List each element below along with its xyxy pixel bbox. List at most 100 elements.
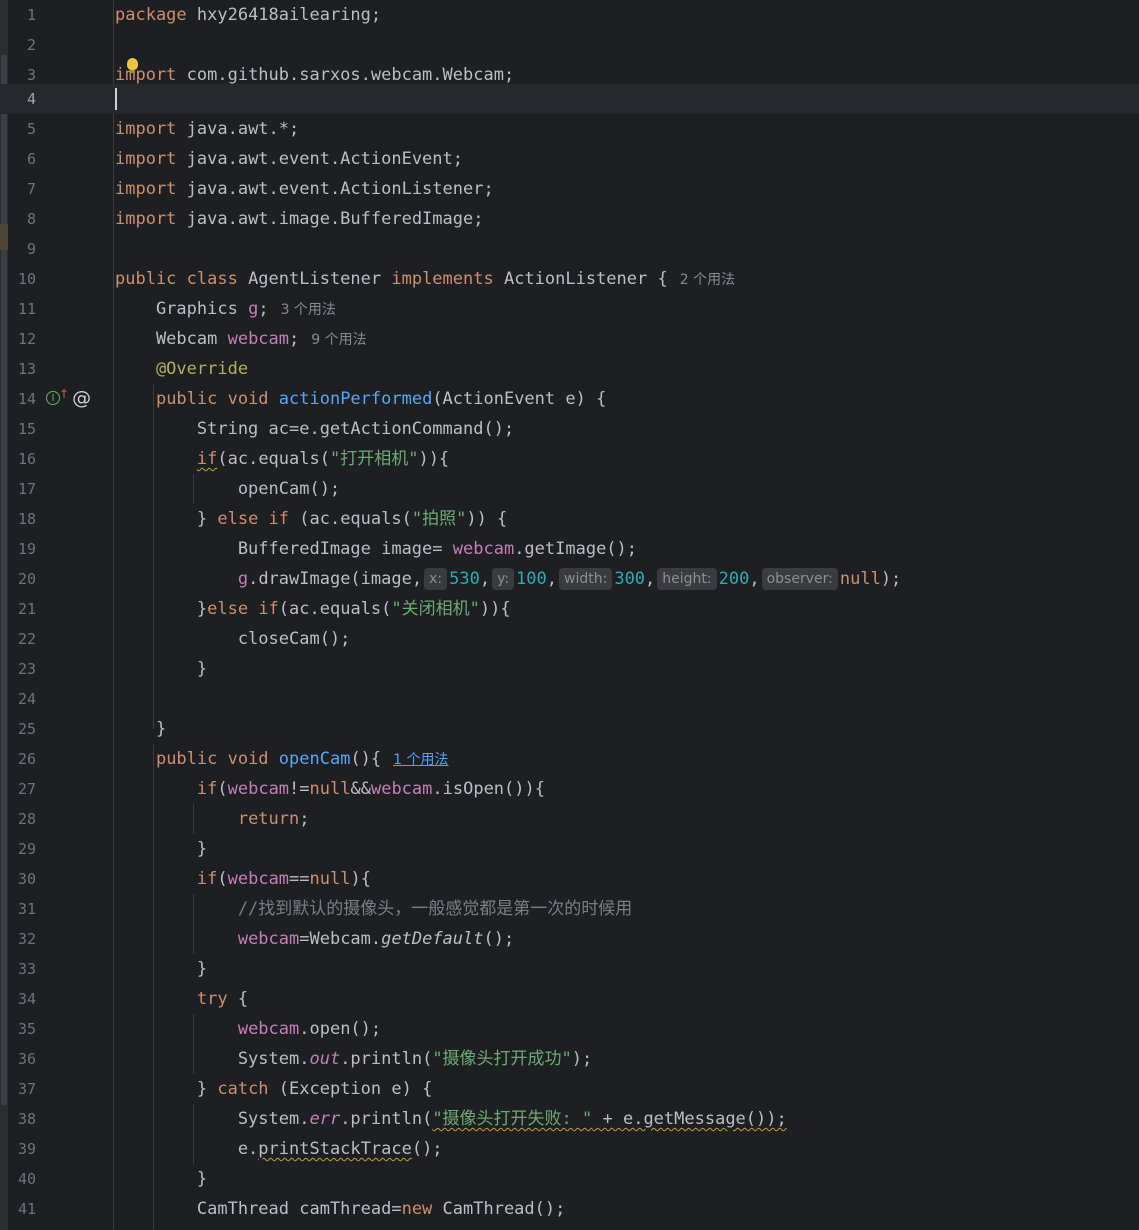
line-number: 23 — [17, 660, 36, 678]
code-line-8[interactable]: 8 import java.awt.image.BufferedImage; — [0, 204, 1139, 234]
code-line-37[interactable]: 37 } catch (Exception e) { — [0, 1074, 1139, 1104]
code-line-33[interactable]: 33 } — [0, 954, 1139, 984]
line-number: 9 — [26, 240, 36, 258]
code-line-28[interactable]: 28 return; — [0, 804, 1139, 834]
code-text: Webcam webcam; 9 个用法 — [115, 329, 367, 349]
code-line-6[interactable]: 6 import java.awt.event.ActionEvent; — [0, 144, 1139, 174]
code-line-12[interactable]: 12 Webcam webcam; 9 个用法 — [0, 324, 1139, 354]
code-line-25[interactable]: 25 } — [0, 714, 1139, 744]
code-text: System.out.println("摄像头打开成功"); — [115, 1049, 593, 1069]
indent-guide — [153, 744, 154, 1230]
code-line-16[interactable]: 16 if(ac.equals("打开相机")){ — [0, 444, 1139, 474]
usages-hint[interactable]: 2 个用法 — [680, 272, 735, 288]
code-line-32[interactable]: 32 webcam=Webcam.getDefault(); — [0, 924, 1139, 954]
line-number: 5 — [26, 120, 36, 138]
indent-guide — [153, 384, 154, 729]
code-line-38[interactable]: 38 System.err.println("摄像头打开失败: " + e.ge… — [0, 1104, 1139, 1134]
code-text: } — [115, 719, 167, 739]
code-text: return; — [237, 809, 310, 829]
indent-guide — [193, 474, 194, 504]
code-line-18[interactable]: 18 } else if (ac.equals("拍照")) { — [0, 504, 1139, 534]
line-number: 18 — [17, 510, 36, 528]
code-line-30[interactable]: 30 if(webcam==null){ — [0, 864, 1139, 894]
code-text: } catch (Exception e) { — [115, 1079, 433, 1099]
code-editor[interactable]: 1 package hxy26418ailearing; 2 3 import … — [0, 0, 1139, 1230]
line-number: 24 — [17, 690, 36, 708]
code-line-20[interactable]: 20 g.drawImage(image, x: 530, y: 100, width: 3… — [0, 564, 1139, 594]
line-number: 38 — [17, 1110, 36, 1128]
code-line-31[interactable]: 31 //找到默认的摄像头，一般感觉都是第一次的时候用 — [0, 894, 1139, 924]
code-line-26[interactable]: 26 public void openCam(){1 个用法 — [0, 744, 1139, 774]
code-line-40[interactable]: 40 } — [0, 1164, 1139, 1194]
line-number: 14 — [17, 390, 36, 408]
line-number: 19 — [17, 540, 36, 558]
code-line-21[interactable]: 21 }else if(ac.equals("关闭相机")){ — [0, 594, 1139, 624]
line-number: 20 — [17, 570, 36, 588]
code-text: @Override — [115, 359, 249, 379]
lightbulb-icon[interactable] — [127, 58, 138, 73]
annotation-at-icon[interactable]: @ — [72, 387, 91, 409]
code-line-29[interactable]: 29 } — [0, 834, 1139, 864]
line-number: 31 — [17, 900, 36, 918]
usages-hint[interactable]: 3 个用法 — [281, 302, 336, 318]
param-hint-y: y: — [492, 568, 515, 590]
code-line-9[interactable]: 9 — [0, 234, 1139, 264]
code-text: package hxy26418ailearing; — [115, 5, 382, 25]
line-number: 4 — [26, 90, 36, 108]
code-text: import java.awt.*; — [115, 119, 300, 139]
text-caret — [115, 88, 117, 110]
line-number: 33 — [17, 960, 36, 978]
code-line-27[interactable]: 27 if(webcam!=null&&webcam.isOpen()){ — [0, 774, 1139, 804]
code-line-11[interactable]: 11 Graphics g; 3 个用法 — [0, 294, 1139, 324]
code-line-10[interactable]: 10 public class AgentListener implements… — [0, 264, 1139, 294]
code-line-7[interactable]: 7 import java.awt.event.ActionListener; — [0, 174, 1139, 204]
code-line-34[interactable]: 34 try { — [0, 984, 1139, 1014]
code-text: if(ac.equals("打开相机")){ — [196, 449, 450, 469]
code-text: public void openCam(){1 个用法 — [155, 749, 449, 769]
usages-hint[interactable]: 9 个用法 — [311, 332, 366, 348]
line-number: 34 — [17, 990, 36, 1008]
line-number: 36 — [17, 1050, 36, 1068]
code-text: } — [115, 959, 208, 979]
line-number: 1 — [26, 6, 36, 24]
code-line-5[interactable]: 5 import java.awt.*; — [0, 114, 1139, 144]
param-hint-x: x: — [424, 568, 448, 590]
code-line-14[interactable]: 14 public void actionPerformed(ActionEve… — [0, 384, 1139, 414]
code-line-36[interactable]: 36 System.out.println("摄像头打开成功"); — [0, 1044, 1139, 1074]
line-number: 29 — [17, 840, 36, 858]
code-text: } else if (ac.equals("拍照")) { — [115, 509, 508, 529]
implements-method-icon[interactable]: I — [46, 391, 60, 405]
code-line-39[interactable]: 39 e.printStackTrace(); — [0, 1134, 1139, 1164]
code-text: } — [115, 1169, 208, 1189]
code-line-15[interactable]: 15 String ac=e.getActionCommand(); — [0, 414, 1139, 444]
line-number: 2 — [26, 36, 36, 54]
code-line-2[interactable]: 2 — [0, 30, 1139, 60]
code-line-23[interactable]: 23 } — [0, 654, 1139, 684]
code-line-1[interactable]: 1 package hxy26418ailearing; — [0, 0, 1139, 30]
code-line-13[interactable]: 13 @Override — [0, 354, 1139, 384]
param-hint-width: width: — [559, 568, 613, 590]
code-text: openCam(); — [115, 479, 341, 499]
line-number: 26 — [17, 750, 36, 768]
code-line-19[interactable]: 19 BufferedImage image= webcam.getImage(… — [0, 534, 1139, 564]
line-number: 41 — [17, 1200, 36, 1218]
go-to-super-arrow-icon[interactable]: ↑ — [59, 387, 69, 401]
code-line-24[interactable]: 24 — [0, 684, 1139, 714]
code-line-41[interactable]: 41 CamThread camThread=new CamThread(); — [0, 1194, 1139, 1224]
line-number: 32 — [17, 930, 36, 948]
code-line-4-current[interactable]: 4 — [0, 84, 1139, 114]
code-text: closeCam(); — [115, 629, 351, 649]
code-line-35[interactable]: 35 webcam.open(); — [0, 1014, 1139, 1044]
code-line-17[interactable]: 17 openCam(); — [0, 474, 1139, 504]
code-text: } — [115, 839, 208, 859]
line-number: 28 — [17, 810, 36, 828]
code-text: public void actionPerformed(ActionEvent … — [155, 389, 607, 409]
line-number: 10 — [17, 270, 36, 288]
line-number: 12 — [17, 330, 36, 348]
code-text: g.drawImage(image, x: 530, y: 100, width: 300,… — [237, 568, 902, 590]
code-line-22[interactable]: 22 closeCam(); — [0, 624, 1139, 654]
line-number: 25 — [17, 720, 36, 738]
line-number: 21 — [17, 600, 36, 618]
code-text: System.err.println("摄像头打开失败: " + e.getMe… — [115, 1109, 787, 1129]
usages-link[interactable]: 1 个用法 — [393, 752, 448, 768]
